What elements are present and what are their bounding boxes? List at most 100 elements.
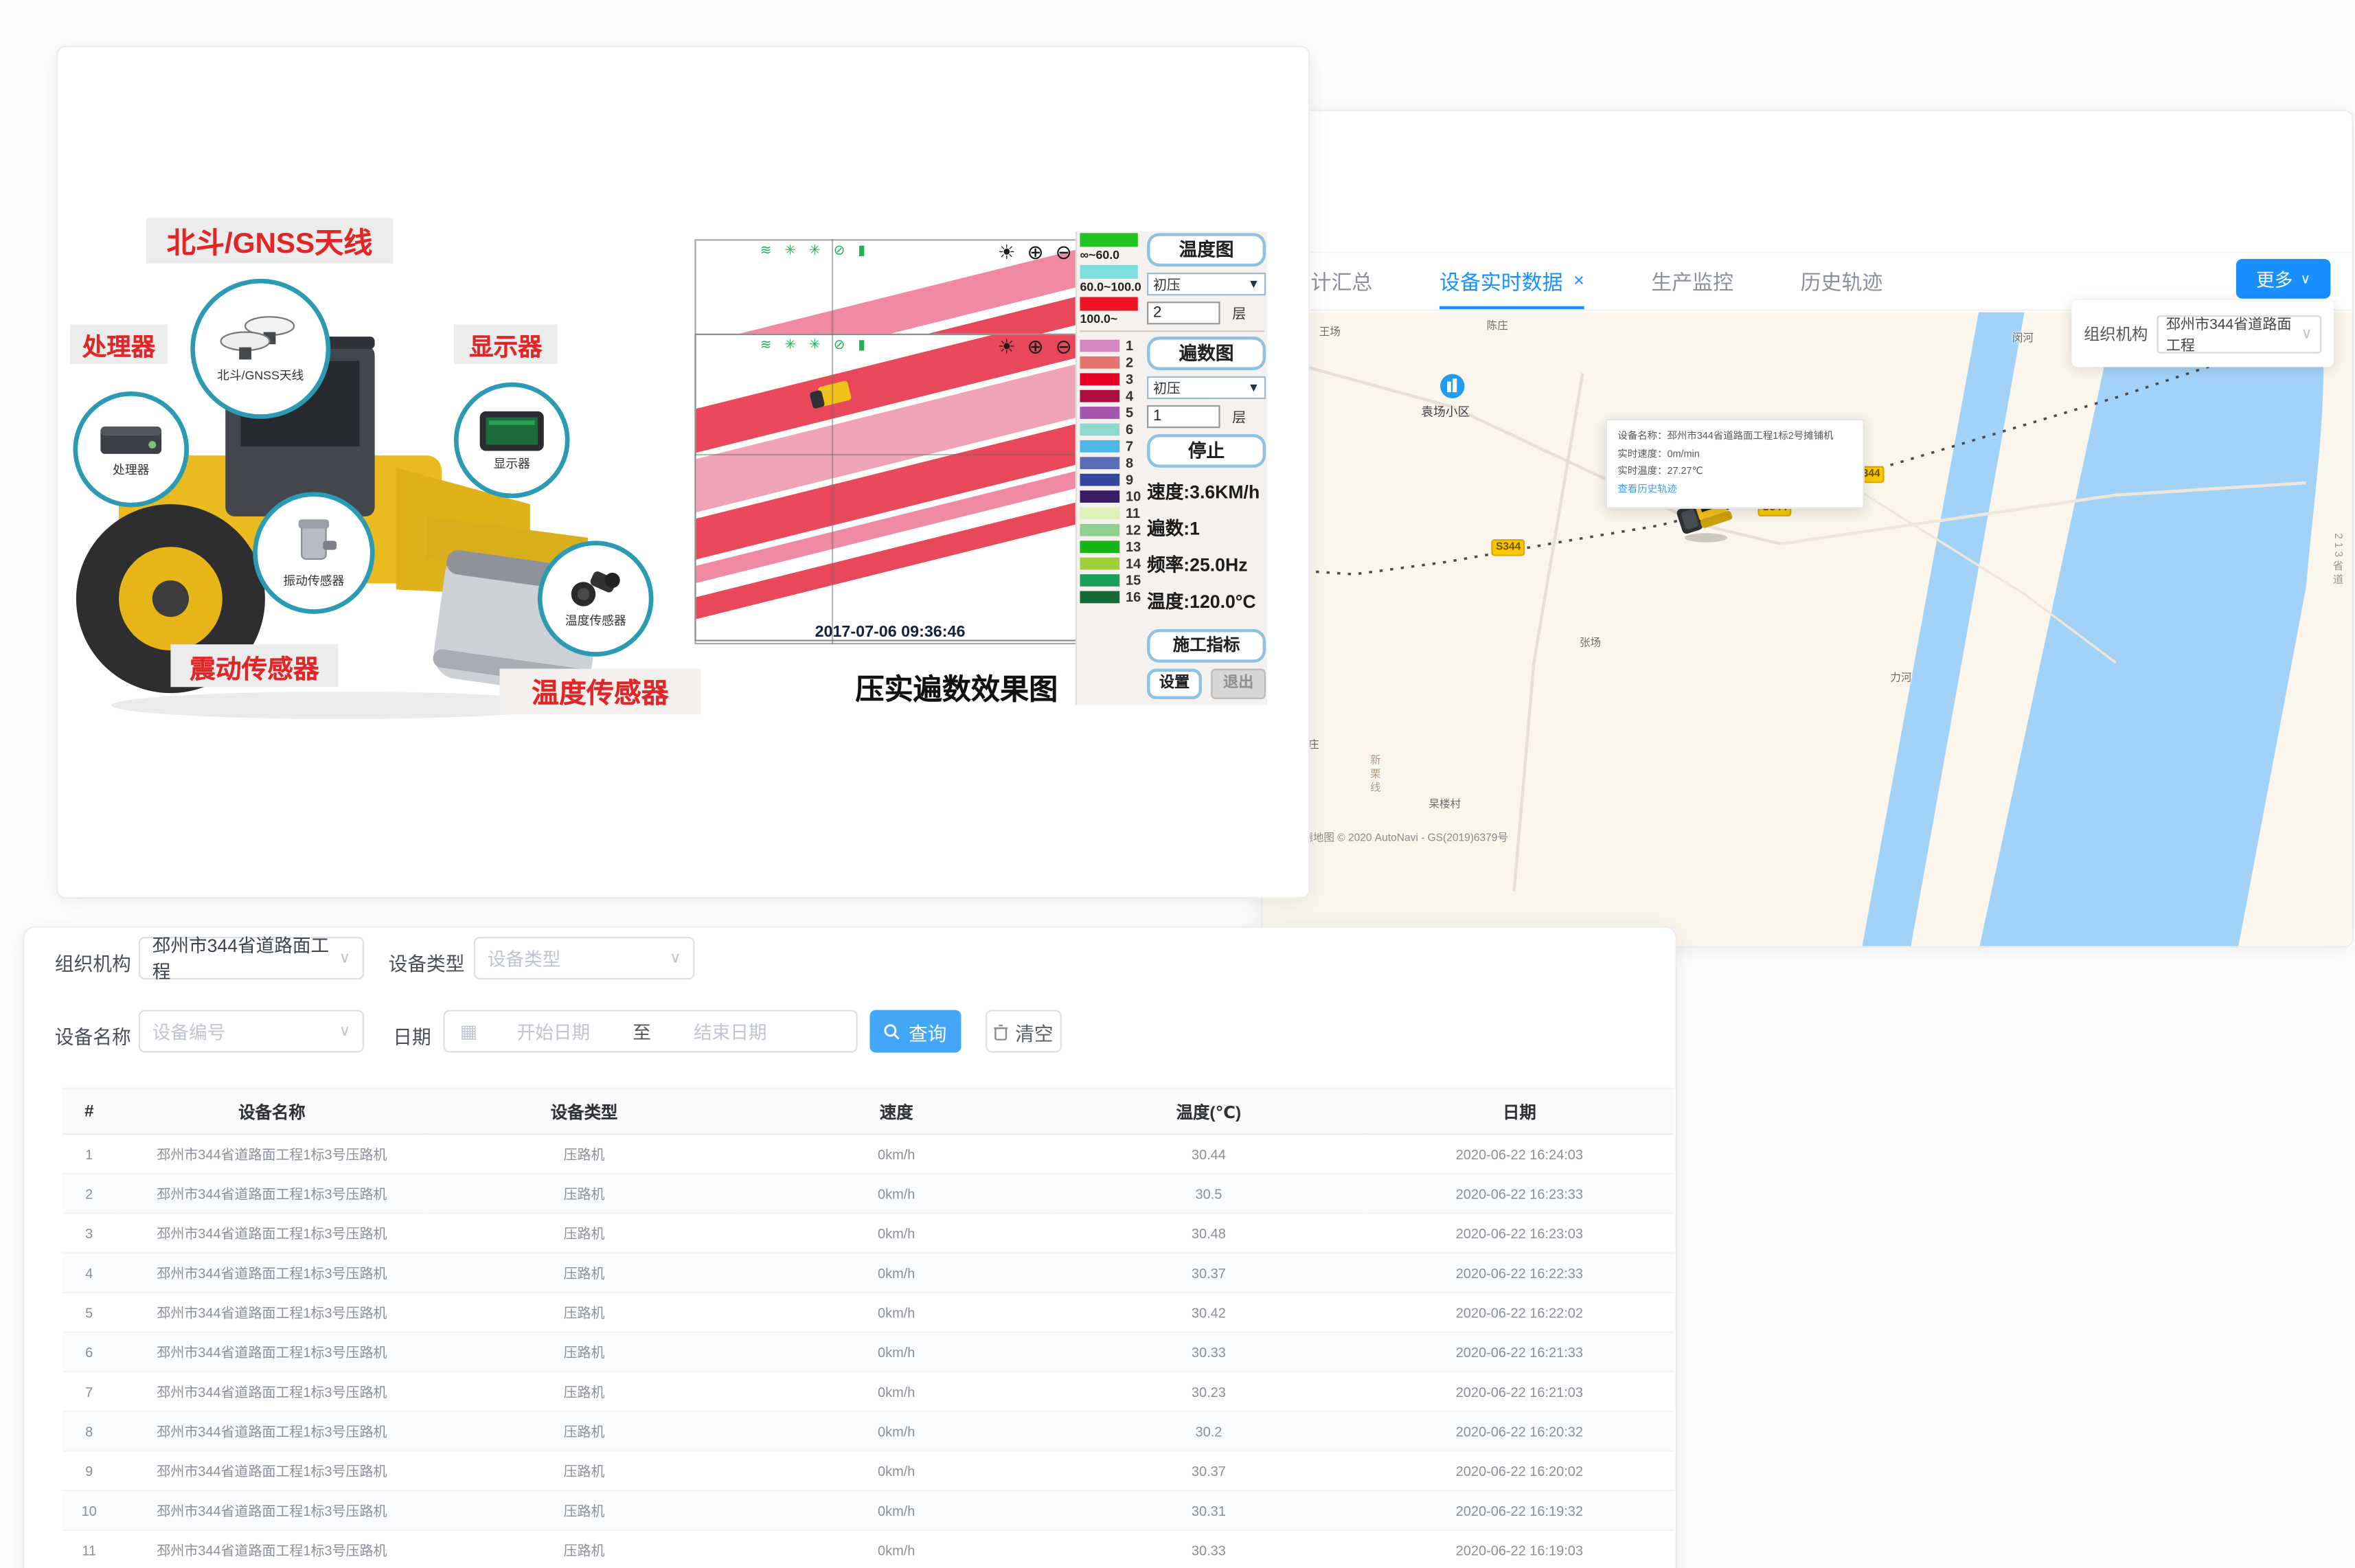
start-date-placeholder: 开始日期 (517, 1019, 590, 1045)
compaction-legend: ∞~60.0 60.0~100.0 100.0~ 温度图 初压 ▼ 2 层 (1076, 231, 1267, 705)
tab-realtime-data[interactable]: 设备实时数据 × (1440, 253, 1584, 309)
search-button[interactable]: 查询 (869, 1010, 961, 1052)
table-row[interactable]: 1邳州市344省道路面工程1标3号压路机压路机0km/h30.442020-06… (62, 1134, 1674, 1174)
zoom-in-icon[interactable]: ⊕ (1027, 335, 1047, 358)
device-tooltip: 设备名称：邳州市344省道路面工程1标2号摊铺机 实时速度：0m/min 实时温… (1606, 419, 1865, 508)
pass-color-swatch (1080, 557, 1119, 569)
tooltip-device-name: 设备名称：邳州市344省道路面工程1标2号摊铺机 (1617, 428, 1852, 446)
table-row[interactable]: 4邳州市344省道路面工程1标3号压路机压路机0km/h30.372020-06… (62, 1253, 1674, 1293)
pass-color-swatch (1080, 372, 1119, 385)
road-label-vertical: 新栗线 (1366, 754, 1381, 795)
layer-input[interactable]: 2 (1147, 302, 1220, 324)
compaction-stripes (696, 335, 1126, 641)
table-row[interactable]: 9邳州市344省道路面工程1标3号压路机压路机0km/h30.372020-06… (62, 1451, 1674, 1491)
pass-map-button[interactable]: 遍数图 (1147, 337, 1266, 370)
pass-color-swatch (1080, 506, 1119, 519)
place-label: 力河 (1890, 670, 1911, 685)
exit-button[interactable]: 退出 (1211, 669, 1266, 699)
table-row[interactable]: 3邳州市344省道路面工程1标3号压路机压路机0km/h30.482020-06… (62, 1214, 1674, 1253)
name-filter-label: 设备名称 (55, 1021, 131, 1049)
crosshair-vertical (832, 239, 833, 644)
type-filter-label: 设备类型 (389, 948, 465, 977)
tab-history-track[interactable]: 历史轨迹 (1801, 253, 1883, 309)
callout-temperature-sensor: 温度传感器 (499, 669, 701, 715)
table-row[interactable]: 6邳州市344省道路面工程1标3号压路机压路机0km/h30.332020-06… (62, 1332, 1674, 1372)
chevron-down-icon: ∨ (339, 950, 350, 966)
clear-button[interactable]: 清空 (986, 1010, 1062, 1052)
satellite-icon: ✳ (809, 337, 825, 352)
search-icon (884, 1023, 900, 1039)
chevron-down-icon: ∨ (2301, 326, 2312, 342)
brightness-icon[interactable]: ☀ (998, 335, 1019, 358)
layer-input[interactable]: 1 (1147, 405, 1220, 428)
table-row[interactable]: 7邳州市344省道路面工程1标3号压路机压路机0km/h30.232020-06… (62, 1372, 1674, 1411)
layer-unit: 层 (1232, 407, 1246, 427)
gnss-antenna-icon (219, 314, 302, 365)
temperature-sensor-icon (565, 568, 626, 611)
screen-timestamp: 2017-07-06 09:36:46 (815, 623, 966, 641)
temperature-readout: 温度:120.0°C (1147, 588, 1266, 614)
table-row[interactable]: 10邳州市344省道路面工程1标3号压路机压路机0km/h30.312020-0… (62, 1490, 1674, 1530)
tab-close-icon[interactable]: × (1573, 269, 1584, 290)
place-label: 杲楼村 (1429, 797, 1461, 812)
building-icon (1440, 373, 1466, 399)
table-row[interactable]: 2邳州市344省道路面工程1标3号压路机压路机0km/h30.52020-06-… (62, 1174, 1674, 1214)
river-channel (1861, 313, 2024, 946)
device-circle-vibration-sensor: 振动传感器 (253, 492, 374, 613)
screen-controls: ☀ ⊕ ⊖ (998, 240, 1075, 264)
diagram-panel: 北斗/GNSS天线 处理器 显示器 震动传感器 温度传感器 北斗/GNSS天线 … (56, 46, 1310, 899)
place-label: 陈庄 (1487, 319, 1508, 334)
dropdown-triangle-icon: ▼ (1248, 277, 1260, 291)
table-panel: 组织机构 邳州市344省道路面工程 ∨ 设备类型 设备类型 ∨ 设备名称 设备编… (23, 926, 1677, 1568)
org-filter-select[interactable]: 邳州市344省道路面工程 ∨ (139, 937, 364, 979)
more-button[interactable]: 更多 ∨ (2236, 259, 2331, 299)
brightness-icon[interactable]: ☀ (998, 240, 1019, 263)
zoom-in-icon[interactable]: ⊕ (1027, 240, 1047, 263)
device-circle-temperature-sensor: 温度传感器 (538, 541, 654, 657)
history-track-link[interactable]: 查看历史轨迹 (1617, 481, 1852, 499)
type-filter-select[interactable]: 设备类型 ∨ (474, 937, 695, 979)
table-row[interactable]: 11邳州市344省道路面工程1标3号压路机压路机0km/h30.332020-0… (62, 1530, 1674, 1568)
temp-scale-swatch (1080, 297, 1137, 311)
caption-antenna: 北斗/GNSS天线 (217, 367, 304, 384)
pass-color-swatch (1080, 406, 1119, 418)
date-range-input[interactable]: ▦ 开始日期 至 结束日期 (443, 1010, 857, 1052)
tab-production-monitor[interactable]: 生产监控 (1651, 253, 1733, 309)
display-icon (477, 408, 547, 454)
compaction-screen-inset: ≋ ✳ ✳ ⊘ ▮ ☀ ⊕ ⊖ (694, 334, 1126, 641)
data-table: # 设备名称 设备类型 速度 温度(℃) 日期 1邳州市344省道路面工程1标3… (62, 1088, 1674, 1568)
river-wide (1979, 313, 2323, 946)
pass-color-swatch (1080, 590, 1119, 602)
screen-controls: ☀ ⊕ ⊖ (998, 335, 1075, 359)
pass-color-swatch (1080, 473, 1119, 486)
caption-display: 显示器 (494, 455, 530, 472)
poi-marker[interactable] (1440, 373, 1466, 407)
chevron-down-icon: ∨ (670, 950, 681, 966)
device-circle-processor: 处理器 (73, 391, 189, 508)
org-select[interactable]: 邳州市344省道路面工程 ∨ (2157, 315, 2322, 352)
pass-color-swatch (1080, 523, 1119, 536)
settings-button[interactable]: 设置 (1147, 669, 1202, 699)
stop-button[interactable]: 停止 (1147, 434, 1266, 468)
wifi-icon: ≋ (760, 242, 776, 258)
map-canvas[interactable]: 王场 陈庄 闵河 袁场村 张场 力河 魏庄 杲楼村 新栗线 213省道 S344… (1263, 313, 2352, 946)
callout-antenna: 北斗/GNSS天线 (146, 218, 393, 264)
name-filter-select[interactable]: 设备编号 ∨ (139, 1010, 364, 1052)
zoom-out-icon[interactable]: ⊖ (1056, 335, 1076, 358)
pressure-stage-select[interactable]: 初压 ▼ (1147, 376, 1266, 399)
zoom-out-icon[interactable]: ⊖ (1056, 240, 1076, 263)
pass-color-swatch (1080, 422, 1119, 435)
pressure-stage-select[interactable]: 初压 ▼ (1147, 273, 1266, 295)
temp-scale-swatch (1080, 265, 1137, 279)
dropdown-triangle-icon: ▼ (1248, 380, 1260, 394)
chevron-down-icon: ∨ (2300, 271, 2310, 287)
org-filter-card: 组织机构 邳州市344省道路面工程 ∨ (2071, 300, 2333, 367)
construction-indicator-button[interactable]: 施工指标 (1147, 629, 1266, 663)
pass-color-swatch (1080, 440, 1119, 452)
status-icon-row: ≋ ✳ ✳ ⊘ ▮ (760, 337, 870, 353)
table-row[interactable]: 8邳州市344省道路面工程1标3号压路机压路机0km/h30.22020-06-… (62, 1411, 1674, 1451)
place-label: 王场 (1319, 324, 1341, 339)
table-header-row: # 设备名称 设备类型 速度 温度(℃) 日期 (62, 1089, 1674, 1135)
table-row[interactable]: 5邳州市344省道路面工程1标3号压路机压路机0km/h30.422020-06… (62, 1293, 1674, 1332)
temp-map-button[interactable]: 温度图 (1147, 233, 1266, 266)
